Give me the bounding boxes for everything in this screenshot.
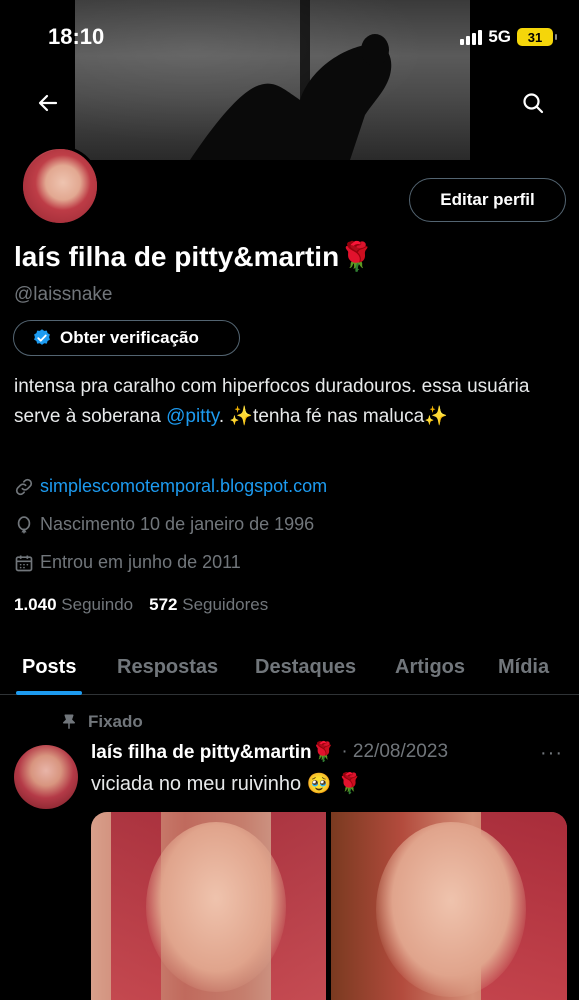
following-link[interactable]: 1.040 Seguindo: [14, 595, 133, 615]
status-bar: 18:10 5G 31: [0, 0, 579, 72]
bio-mention-link[interactable]: @pitty: [166, 406, 219, 427]
website-row: simplescomotemporal.blogspot.com: [14, 476, 327, 497]
display-name: laís filha de pitty&martin🌹: [14, 241, 375, 272]
birthday-text: Nascimento 10 de janeiro de 1996: [40, 514, 315, 534]
get-verified-label: Obter verificação: [60, 328, 199, 347]
status-time: 18:10: [48, 24, 105, 49]
pin-icon: [63, 714, 75, 729]
profile-tabs: Posts Respostas Destaques Artigos Mídia: [0, 640, 579, 695]
joined-text: Entrou em junho de 2011: [40, 552, 241, 572]
arrow-left-icon: [38, 94, 58, 112]
search-icon: [523, 93, 544, 114]
post-author-name[interactable]: laís filha de pitty&martin🌹: [91, 740, 335, 764]
back-button[interactable]: [30, 85, 66, 121]
post-more-icon[interactable]: ···: [540, 742, 563, 765]
image-face: [376, 822, 526, 997]
tab-highlights[interactable]: Destaques: [255, 640, 356, 695]
post-text: viciada no meu ruivinho 🥹 🌹: [91, 773, 363, 795]
website-link[interactable]: simplescomotemporal.blogspot.com: [40, 476, 327, 497]
edit-profile-button[interactable]: Editar perfil: [409, 178, 566, 222]
battery-icon: 31: [517, 28, 557, 46]
tab-media[interactable]: Mídia: [498, 640, 549, 695]
tab-articles[interactable]: Artigos: [395, 640, 465, 695]
verified-badge-icon: [34, 329, 50, 345]
followers-count: 572: [149, 595, 178, 614]
tab-posts[interactable]: Posts: [15, 640, 83, 695]
following-label: Seguindo: [61, 595, 134, 614]
post-header: laís filha de pitty&martin🌹 · 22/08/2023: [91, 740, 448, 764]
profile-bio: intensa pra caralho com hiperfocos durad…: [14, 372, 554, 432]
birthday-row: Nascimento 10 de janeiro de 1996: [14, 514, 314, 535]
following-count: 1.040: [14, 595, 57, 614]
followers-label: Seguidores: [182, 595, 269, 614]
post-image-2[interactable]: [331, 812, 567, 1000]
followers-link[interactable]: 572 Seguidores: [149, 595, 268, 615]
balloon-icon: [17, 515, 31, 533]
image-face: [146, 822, 286, 992]
post-author-avatar[interactable]: [14, 745, 78, 809]
signal-icon: [460, 29, 483, 45]
joined-row: Entrou em junho de 2011: [14, 552, 241, 573]
post-image-1[interactable]: [91, 812, 326, 1000]
tab-replies[interactable]: Respostas: [117, 640, 218, 695]
get-verified-button[interactable]: Obter verificação: [13, 320, 240, 356]
search-button[interactable]: [515, 85, 551, 121]
pinned-indicator: Fixado: [60, 712, 143, 732]
user-handle: @laissnake: [14, 284, 113, 305]
profile-avatar[interactable]: [20, 146, 100, 226]
calendar-icon: [15, 555, 33, 571]
bio-text-end: . ✨tenha fé nas maluca✨: [218, 406, 448, 427]
pinned-label: Fixado: [88, 712, 143, 731]
network-type: 5G: [488, 27, 511, 46]
status-indicators: 5G 31: [460, 27, 557, 47]
link-icon: [15, 478, 33, 495]
post-date[interactable]: · 22/08/2023: [341, 741, 448, 763]
follow-stats: 1.040 Seguindo 572 Seguidores: [14, 595, 268, 615]
